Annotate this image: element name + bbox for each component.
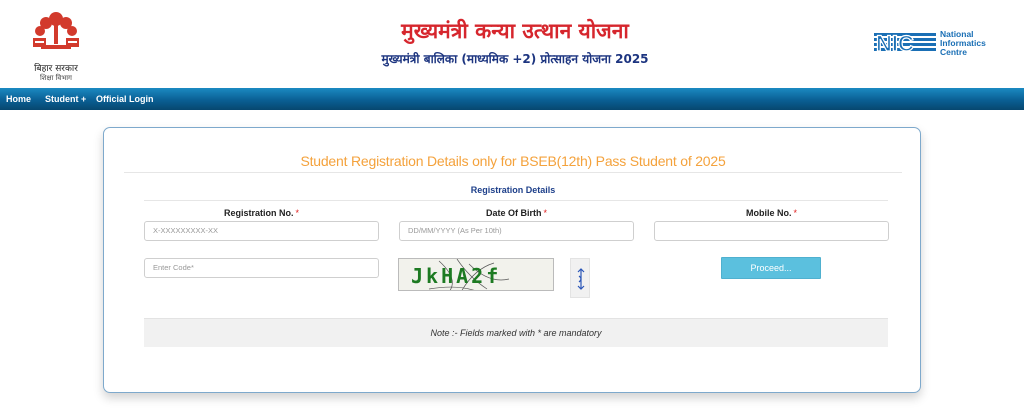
mobile-label-text: Mobile No. bbox=[745, 208, 792, 218]
main-navbar: Home Student + Official Login bbox=[0, 88, 1024, 110]
proceed-button[interactable]: Proceed... bbox=[721, 257, 821, 279]
dob-label-text: Date Of Birth bbox=[485, 208, 542, 218]
required-mark: * bbox=[793, 208, 797, 218]
nav-student-menu[interactable]: Student + bbox=[45, 94, 86, 104]
captcha-input[interactable]: Enter Code* bbox=[144, 258, 379, 278]
captcha-refresh-button[interactable] bbox=[570, 258, 590, 298]
dept-name-text: शिक्षा विभाग bbox=[39, 74, 72, 82]
page-title: मुख्यमंत्री कन्या उत्थान योजना bbox=[401, 19, 629, 43]
govt-name-text: बिहार सरकार bbox=[34, 64, 78, 74]
dob-label: Date Of Birth * bbox=[399, 208, 634, 218]
registration-input[interactable]: X-XXXXXXXXX-XX bbox=[144, 221, 379, 241]
mandatory-note: Note :- Fields marked with * are mandato… bbox=[430, 328, 602, 338]
section-title: Registration Details bbox=[470, 185, 556, 195]
dob-input[interactable]: DD/MM/YYYY (As Per 10th) bbox=[399, 221, 634, 241]
required-mark: * bbox=[295, 208, 300, 218]
nav-official-login[interactable]: Official Login bbox=[96, 94, 154, 104]
note-bar: Note :- Fields marked with * are mandato… bbox=[144, 318, 888, 347]
bihar-emblem-icon bbox=[33, 12, 79, 49]
nic-full-name: National Informatics Centre bbox=[940, 30, 986, 57]
site-header: बिहार सरकार शिक्षा विभाग मुख्यमंत्री कन्… bbox=[0, 0, 1024, 90]
registration-label: Registration No. * bbox=[144, 208, 379, 218]
registration-label-text: Registration No. bbox=[223, 208, 294, 218]
captcha-image: JkHA2f bbox=[398, 258, 554, 291]
registration-card: Student Registration Details only for BS… bbox=[103, 127, 921, 393]
required-mark: * bbox=[543, 208, 548, 218]
divider bbox=[144, 200, 888, 201]
mobile-label: Mobile No. * bbox=[654, 208, 889, 218]
mobile-input[interactable] bbox=[654, 221, 889, 241]
nic-logo: NIC National Informatics Centre bbox=[874, 30, 1004, 57]
captcha-text: JkHA2f bbox=[411, 264, 502, 288]
nic-mark-icon: NIC bbox=[874, 31, 936, 55]
bihar-govt-logo: बिहार सरकार शिक्षा विभाग bbox=[24, 10, 88, 82]
title-block: मुख्यमंत्री कन्या उत्थान योजना मुख्यमंत्… bbox=[250, 18, 780, 67]
refresh-icon bbox=[577, 268, 585, 290]
nav-home[interactable]: Home bbox=[6, 94, 31, 104]
nic-abbr-text: NIC bbox=[876, 31, 914, 55]
form-heading: Student Registration Details only for BS… bbox=[300, 153, 726, 169]
page-subtitle: मुख्यमंत्री बालिका (माध्यमिक +2) प्रोत्स… bbox=[381, 52, 649, 66]
nic-line3: Centre bbox=[940, 47, 967, 57]
divider bbox=[124, 172, 902, 173]
